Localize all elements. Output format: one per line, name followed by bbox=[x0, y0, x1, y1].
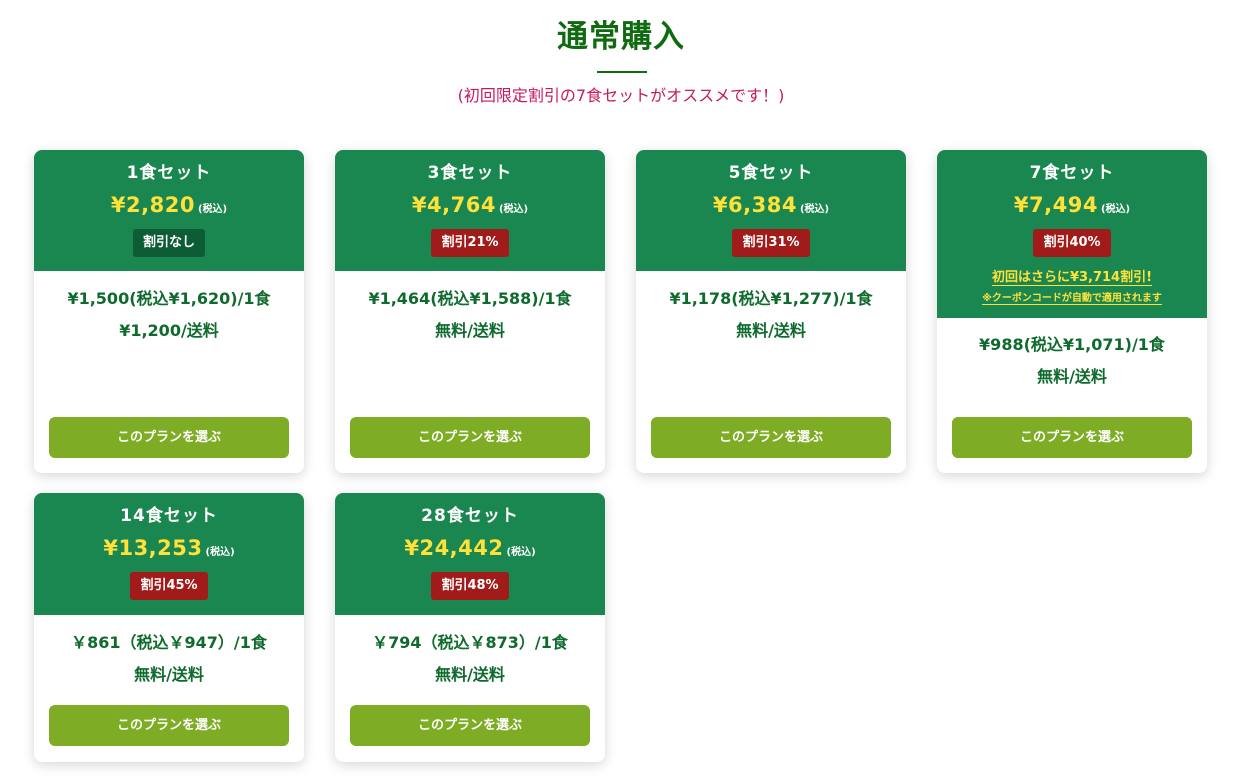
tax-note: (税込) bbox=[205, 547, 235, 558]
plan-price: ¥6,384 bbox=[712, 193, 797, 217]
select-plan-button[interactable]: このプランを選ぶ bbox=[350, 705, 590, 746]
price-row: ¥2,820 (税込) bbox=[34, 192, 304, 223]
plan-name: 3食セット bbox=[427, 163, 513, 183]
select-plan-button[interactable]: このプランを選ぶ bbox=[952, 417, 1192, 458]
plan-price: ¥4,764 bbox=[411, 193, 496, 217]
coupon-note-text: ※クーポンコードが自動で適用されます bbox=[982, 293, 1162, 305]
select-plan-button[interactable]: このプランを選ぶ bbox=[651, 417, 891, 458]
plan-card-3: 3食セット ¥4,764 (税込) 割引21% ¥1,464(税込¥1,588)/… bbox=[335, 150, 605, 473]
discount-badge: 割引31% bbox=[732, 229, 810, 257]
discount-badge: 割引21% bbox=[431, 229, 509, 257]
price-row: ¥7,494 (税込) bbox=[937, 192, 1207, 223]
plan-card-header: 7食セット ¥7,494 (税込) 割引40% 初回はさらに¥3,714割引! ※… bbox=[937, 150, 1207, 318]
price-row: ¥24,442 (税込) bbox=[335, 535, 605, 566]
plan-price: ¥7,494 bbox=[1013, 193, 1098, 217]
tax-note: (税込) bbox=[799, 204, 830, 215]
per-meal-price: ¥1,500(税込¥1,620)/1食 bbox=[67, 289, 271, 308]
plan-card-5: 5食セット ¥6,384 (税込) 割引31% ¥1,178(税込¥1,277)/… bbox=[636, 150, 906, 473]
discount-badge: 割引48% bbox=[431, 572, 509, 600]
per-meal-price: ¥1,178(税込¥1,277)/1食 bbox=[669, 289, 873, 308]
plan-card-7: 7食セット ¥7,494 (税込) 割引40% 初回はさらに¥3,714割引! ※… bbox=[937, 150, 1207, 473]
plan-name: 1食セット bbox=[126, 163, 212, 183]
plan-price: ¥2,820 bbox=[110, 193, 195, 217]
plan-name: 7食セット bbox=[1029, 163, 1115, 183]
plan-card-header: 28食セット ¥24,442 (税込) 割引48% bbox=[335, 493, 605, 615]
page-title: 通常購入 bbox=[557, 19, 685, 55]
select-plan-button[interactable]: このプランを選ぶ bbox=[49, 417, 289, 458]
plan-name: 28食セット bbox=[421, 506, 519, 526]
plan-card-header: 3食セット ¥4,764 (税込) 割引21% bbox=[335, 150, 605, 271]
plan-card-header: 14食セット ¥13,253 (税込) 割引45% bbox=[34, 493, 304, 615]
shipping-fee: 無料/送料 bbox=[1037, 367, 1107, 386]
plan-card-header: 1食セット ¥2,820 (税込) 割引なし bbox=[34, 150, 304, 271]
plan-card-1: 1食セット ¥2,820 (税込) 割引なし ¥1,500(税込¥1,620)/1… bbox=[34, 150, 304, 473]
plan-card-header: 5食セット ¥6,384 (税込) 割引31% bbox=[636, 150, 906, 271]
plan-name: 5食セット bbox=[728, 163, 814, 183]
shipping-fee: 無料/送料 bbox=[134, 665, 204, 684]
select-plan-button[interactable]: このプランを選ぶ bbox=[350, 417, 590, 458]
plan-price: ¥13,253 bbox=[103, 536, 203, 560]
select-plan-button[interactable]: このプランを選ぶ bbox=[49, 705, 289, 746]
discount-badge: 割引40% bbox=[1033, 229, 1111, 257]
tax-note: (税込) bbox=[498, 204, 529, 215]
per-meal-price: ￥861（税込￥947）/1食 bbox=[71, 633, 267, 652]
plan-card-14: 14食セット ¥13,253 (税込) 割引45% ￥861（税込￥947）/1食… bbox=[34, 493, 304, 762]
shipping-fee: ¥1,200/送料 bbox=[119, 321, 219, 340]
tax-note: (税込) bbox=[1100, 204, 1131, 215]
shipping-fee: 無料/送料 bbox=[736, 321, 806, 340]
tax-note: (税込) bbox=[197, 204, 228, 215]
price-row: ¥13,253 (税込) bbox=[34, 535, 304, 566]
per-meal-price: ¥988(税込¥1,071)/1食 bbox=[979, 335, 1165, 354]
discount-badge: 割引45% bbox=[130, 572, 208, 600]
plan-price: ¥24,442 bbox=[404, 536, 504, 560]
per-meal-price: ¥1,464(税込¥1,588)/1食 bbox=[368, 289, 572, 308]
plan-name: 14食セット bbox=[120, 506, 218, 526]
price-row: ¥4,764 (税込) bbox=[335, 192, 605, 223]
coupon-note: ※クーポンコードが自動で適用されます bbox=[937, 292, 1207, 306]
page-subtitle: (初回限定割引の7食セットがオススメです！) bbox=[457, 86, 785, 105]
per-meal-price: ￥794（税込￥873）/1食 bbox=[372, 633, 568, 652]
plan-card-28: 28食セット ¥24,442 (税込) 割引48% ￥794（税込￥873）/1食… bbox=[335, 493, 605, 762]
first-time-discount-text: 初回はさらに¥3,714割引! bbox=[991, 270, 1153, 286]
discount-badge: 割引なし bbox=[132, 229, 205, 257]
shipping-fee: 無料/送料 bbox=[435, 665, 505, 684]
price-row: ¥6,384 (税込) bbox=[636, 192, 906, 223]
tax-note: (税込) bbox=[506, 547, 536, 558]
title-divider bbox=[597, 71, 647, 73]
shipping-fee: 無料/送料 bbox=[435, 321, 505, 340]
first-time-discount: 初回はさらに¥3,714割引! bbox=[937, 266, 1207, 286]
